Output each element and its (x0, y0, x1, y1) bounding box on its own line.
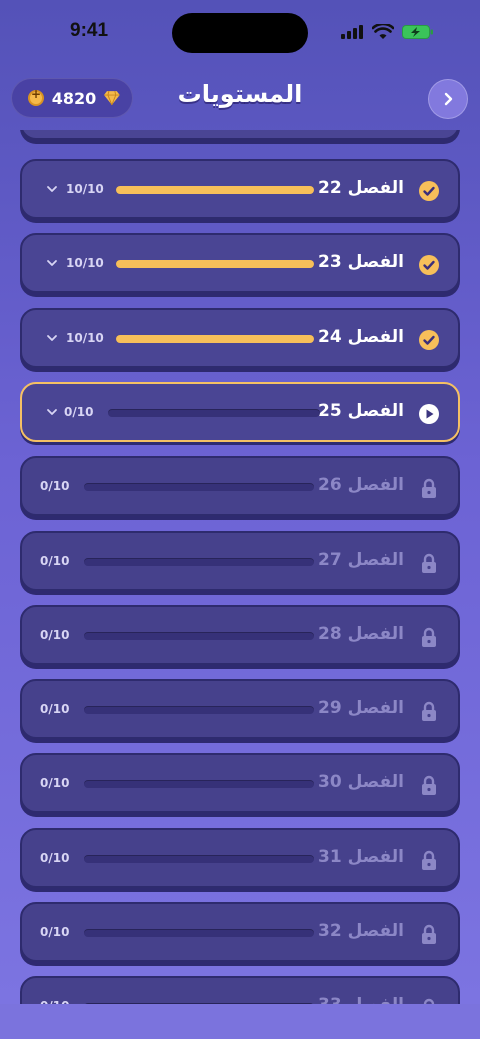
bottom-bar-background (0, 1004, 480, 1039)
lock-icon (423, 999, 435, 1004)
lock-icon (422, 627, 436, 647)
chapter-title: الفصل 33 (318, 995, 404, 1004)
progress-fill (116, 186, 314, 194)
chapter-row[interactable]: الفصل 28 0/10 (20, 604, 460, 665)
lock-icon (422, 701, 436, 722)
progress-count: 10/10 (66, 330, 104, 345)
chapter-title: الفصل 24 (318, 326, 404, 347)
progress-bar (84, 780, 314, 789)
status-time: 9:41 (70, 20, 109, 41)
add-coin-icon[interactable] (28, 87, 44, 106)
chapter-row[interactable]: الفصل 31 0/10 (20, 827, 460, 888)
chapter-title: الفصل 27 (318, 549, 404, 570)
progress-count: 0/10 (40, 702, 70, 717)
progress-bar (116, 186, 314, 194)
progress-bar (116, 334, 314, 343)
chapter-title: الفصل 29 (318, 698, 404, 719)
progress-bar (84, 631, 314, 640)
chapter-title: الفصل 26 (318, 475, 404, 496)
wifi-icon (372, 24, 394, 39)
dynamic-island (172, 13, 308, 53)
gem-icon (104, 91, 120, 105)
chapter-title: الفصل 28 (318, 623, 404, 644)
progress-count: 10/10 (66, 256, 104, 271)
progress-bar (84, 483, 314, 492)
progress-bar (108, 408, 320, 417)
progress-count: 0/10 (40, 925, 70, 939)
check-circle-icon (419, 255, 439, 276)
progress-bar (84, 929, 314, 937)
chapter-row[interactable]: الفصل 29 0/10 (20, 679, 460, 740)
chevron-down-icon[interactable] (46, 184, 58, 194)
progress-count: 0/10 (64, 404, 94, 419)
battery-charging-icon (402, 25, 433, 39)
header: 4820 المستويات (0, 76, 480, 124)
progress-count: 0/10 (40, 776, 70, 791)
chapter-title: الفصل 32 (318, 921, 404, 941)
chapter-row[interactable]: الفصل 27 0/10 (20, 530, 460, 591)
progress-count: 0/10 (40, 553, 70, 568)
lock-icon (422, 924, 436, 944)
lock-icon (422, 553, 436, 573)
chevron-right-icon (444, 92, 453, 106)
progress-bar (84, 854, 314, 863)
chapter-row[interactable]: الفصل 23 10/10 (20, 233, 460, 294)
chapter-row[interactable]: الفصل 30 0/10 (20, 753, 460, 814)
progress-count: 0/10 (40, 850, 70, 865)
progress-count: 0/10 (40, 627, 70, 642)
chapter-title: الفصل 23 (318, 252, 404, 273)
chapter-row[interactable]: الفصل 26 0/10 (20, 456, 460, 517)
chapter-row[interactable]: الفصل 330/10 (20, 976, 460, 1004)
chapter-title: الفصل 22 (318, 178, 404, 198)
chapter-row-partial[interactable] (20, 130, 460, 140)
chevron-down-icon[interactable] (46, 407, 58, 417)
coin-balance[interactable]: 4820 (11, 78, 133, 118)
chapter-row[interactable]: الفصل 24 10/10 (20, 307, 460, 368)
chapter-list[interactable]: الفصل 22 10/10 الفصل 23 10/10 الفصل 24 10/10 ا… (0, 130, 480, 1004)
chapter-title: الفصل 25 (318, 400, 404, 421)
lock-icon (422, 479, 436, 499)
page-title: المستويات (177, 80, 303, 108)
check-circle-icon (419, 329, 439, 350)
progress-count: 0/10 (40, 479, 70, 494)
coin-count: 4820 (51, 88, 97, 108)
progress-count: 10/10 (66, 182, 104, 196)
check-circle-icon (419, 181, 439, 201)
chapter-row[interactable]: الفصل 22 10/10 (20, 159, 460, 219)
progress-bar (84, 557, 314, 566)
chapter-row[interactable]: الفصل 32 0/10 (20, 902, 460, 962)
play-circle-icon (419, 403, 439, 424)
lock-icon (422, 776, 436, 796)
progress-bar (84, 706, 314, 715)
status-bar: 9:41 (0, 0, 480, 64)
chapter-title: الفصل 31 (318, 846, 404, 867)
signal-icon (341, 25, 363, 39)
chapter-row[interactable]: الفصل 25 0/10 (20, 381, 460, 442)
back-button[interactable] (428, 79, 468, 119)
chevron-down-icon[interactable] (46, 333, 58, 343)
chapter-title: الفصل 30 (318, 772, 404, 793)
progress-bar (116, 260, 314, 269)
progress-fill (116, 334, 314, 343)
lock-icon (422, 850, 436, 870)
chevron-down-icon[interactable] (46, 258, 58, 268)
progress-fill (116, 260, 314, 269)
